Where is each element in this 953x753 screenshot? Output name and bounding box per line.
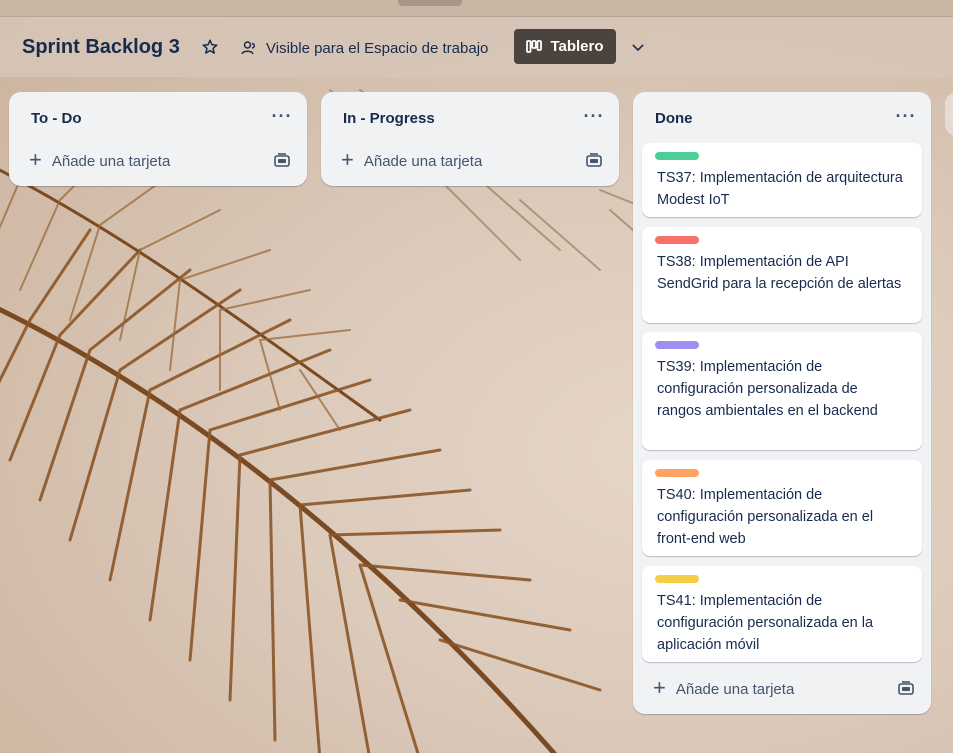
board-icon	[526, 39, 543, 53]
list-title[interactable]: In - Progress	[343, 110, 435, 127]
drag-handle[interactable]	[398, 0, 462, 6]
board-header: Sprint Backlog 3 Visible para el Espacio…	[0, 17, 953, 77]
board-view-label: Tablero	[550, 38, 604, 55]
plus-icon: +	[29, 146, 42, 172]
card[interactable]: TS38: Implementación de API SendGrid par…	[642, 227, 922, 323]
template-icon	[274, 153, 290, 167]
add-card-label: Añade una tarjeta	[675, 680, 795, 698]
card-title: TS37: Implementación de arquitectura Mod…	[657, 170, 903, 208]
create-from-template-button[interactable]	[891, 674, 921, 702]
view-switcher-button[interactable]	[626, 36, 650, 60]
create-from-template-button[interactable]	[267, 146, 297, 174]
visibility-button[interactable]: Visible para el Espacio de trabajo	[240, 36, 488, 60]
board-title[interactable]: Sprint Backlog 3	[22, 36, 180, 59]
plus-icon: +	[653, 674, 666, 700]
add-card-label: Añade una tarjeta	[51, 152, 171, 170]
card-title: TS39: Implementación de configuración pe…	[657, 359, 878, 419]
star-icon	[202, 39, 218, 54]
list-menu-button[interactable]: ···	[269, 105, 295, 127]
list-done: Done ··· TS37: Implementación de arquite…	[633, 92, 931, 714]
plus-icon: +	[341, 146, 354, 172]
add-card-button[interactable]: + Añade una tarjeta	[329, 146, 579, 176]
create-from-template-button[interactable]	[579, 146, 609, 174]
list-title[interactable]: To - Do	[31, 110, 82, 127]
add-list-button[interactable]	[945, 92, 953, 136]
list-in-progress: In - Progress ··· + Añade una tarjeta	[321, 92, 619, 186]
star-button[interactable]	[199, 36, 221, 58]
list-title[interactable]: Done	[655, 110, 693, 127]
card[interactable]: TS40: Implementación de configuración pe…	[642, 460, 922, 556]
visibility-label: Visible para el Espacio de trabajo	[266, 39, 489, 57]
card-title: TS40: Implementación de configuración pe…	[657, 487, 874, 547]
top-strip	[0, 0, 953, 17]
card-title: TS41: Implementación de configuración pe…	[657, 593, 874, 653]
card[interactable]: TS37: Implementación de arquitectura Mod…	[642, 143, 922, 217]
list-to-do: To - Do ··· + Añade una tarjeta	[9, 92, 307, 186]
card-label-orange[interactable]	[655, 469, 699, 477]
card-label-red[interactable]	[655, 236, 699, 244]
add-card-label: Añade una tarjeta	[363, 152, 483, 170]
chevron-down-icon	[632, 44, 644, 51]
board-view-button[interactable]: Tablero	[514, 29, 616, 64]
template-icon	[898, 681, 914, 695]
add-card-button[interactable]: + Añade una tarjeta	[641, 674, 891, 704]
card-title: TS38: Implementación de API SendGrid par…	[657, 254, 902, 292]
template-icon	[586, 153, 602, 167]
card-label-yellow[interactable]	[655, 575, 699, 583]
add-card-button[interactable]: + Añade una tarjeta	[17, 146, 267, 176]
card-label-purple[interactable]	[655, 341, 699, 349]
people-icon	[241, 41, 255, 55]
card-label-green[interactable]	[655, 152, 699, 160]
card[interactable]: TS39: Implementación de configuración pe…	[642, 332, 922, 450]
list-menu-button[interactable]: ···	[581, 105, 607, 127]
card[interactable]: TS41: Implementación de configuración pe…	[642, 566, 922, 662]
list-menu-button[interactable]: ···	[893, 105, 919, 127]
